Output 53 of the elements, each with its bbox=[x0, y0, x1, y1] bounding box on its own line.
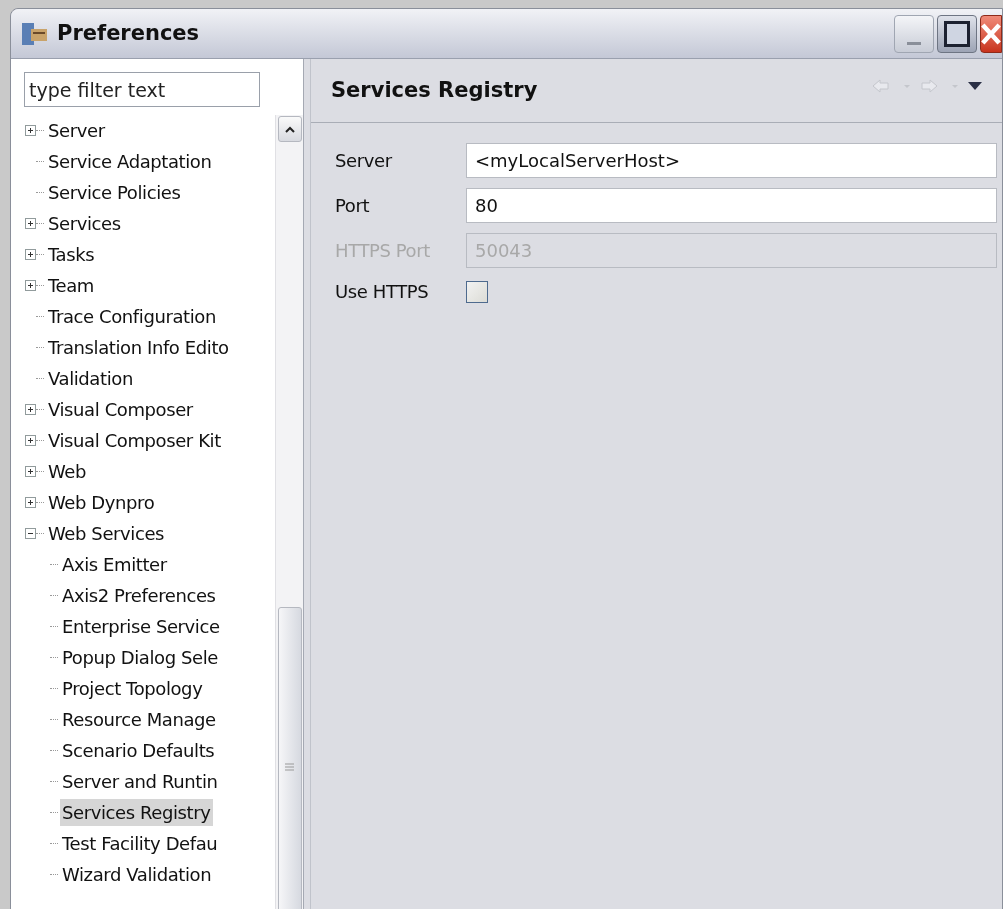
tree-item[interactable]: Service Policies bbox=[46, 179, 183, 206]
tree-item[interactable]: Visual Composer bbox=[46, 396, 195, 423]
tree-item[interactable]: Web Dynpro bbox=[46, 489, 157, 516]
tree-item[interactable]: Service Adaptation bbox=[46, 148, 214, 175]
tree-item[interactable]: Web bbox=[46, 458, 89, 485]
text-field[interactable]: <myLocalServerHost> bbox=[466, 143, 997, 178]
tree-item[interactable]: Test Facility Defau bbox=[60, 830, 220, 857]
tree-item[interactable]: Project Topology bbox=[60, 675, 205, 702]
caret-up-icon bbox=[284, 125, 295, 133]
tree-item[interactable]: Server bbox=[46, 117, 107, 144]
expand-icon[interactable] bbox=[25, 466, 36, 477]
expand-icon[interactable] bbox=[25, 125, 36, 136]
field-label: HTTPS Port bbox=[335, 239, 431, 263]
field-label: Server bbox=[335, 149, 393, 173]
expand-icon[interactable] bbox=[25, 218, 36, 229]
expand-icon[interactable] bbox=[25, 249, 36, 260]
checkbox-label: Use HTTPS bbox=[335, 280, 430, 304]
expand-icon[interactable] bbox=[25, 280, 36, 291]
tree-item[interactable]: Popup Dialog Sele bbox=[60, 644, 221, 671]
tree-item[interactable]: Scenario Defaults bbox=[60, 737, 217, 764]
tree-item[interactable]: Validation bbox=[46, 365, 135, 392]
scroll-up-button[interactable] bbox=[277, 116, 302, 142]
tree-item[interactable]: Translation Info Edito bbox=[46, 334, 231, 361]
close-button[interactable] bbox=[980, 14, 1002, 53]
tree-item[interactable]: Team bbox=[46, 272, 96, 299]
collapse-icon[interactable] bbox=[25, 528, 36, 539]
tree-item[interactable]: Axis2 Preferences bbox=[60, 582, 218, 609]
menu-caret-icon[interactable] bbox=[968, 81, 982, 90]
page-title: Services Registry bbox=[331, 76, 538, 104]
tree-item[interactable]: Tasks bbox=[46, 241, 97, 268]
tree-item[interactable]: Wizard Validation bbox=[60, 861, 214, 888]
maximize-button[interactable] bbox=[937, 14, 977, 53]
tree-item[interactable]: Trace Configuration bbox=[46, 303, 218, 330]
tree-item[interactable]: Enterprise Service bbox=[60, 613, 222, 640]
app-icon bbox=[21, 20, 49, 47]
grip-icon bbox=[285, 763, 294, 771]
text-field[interactable]: 80 bbox=[466, 188, 997, 223]
checkbox[interactable] bbox=[466, 280, 488, 303]
expand-icon[interactable] bbox=[25, 497, 36, 508]
tree-item[interactable]: Server and Runtin bbox=[60, 768, 220, 795]
tree-item[interactable]: Resource Manage bbox=[60, 706, 218, 733]
scrollbar[interactable] bbox=[275, 115, 303, 909]
window-title: Preferences bbox=[57, 19, 200, 47]
expand-icon[interactable] bbox=[25, 435, 36, 446]
tree-item[interactable]: Web Services bbox=[46, 520, 167, 547]
tree-item[interactable]: Services bbox=[46, 210, 123, 237]
tree-item[interactable]: Visual Composer Kit bbox=[46, 427, 223, 454]
scroll-thumb[interactable] bbox=[277, 607, 302, 909]
tree-item[interactable]: Axis Emitter bbox=[60, 551, 169, 578]
tree-item[interactable]: Services Registry bbox=[60, 799, 213, 826]
filter-field[interactable]: type filter text bbox=[24, 72, 260, 107]
field-label: Port bbox=[335, 194, 371, 218]
expand-icon[interactable] bbox=[25, 404, 36, 415]
